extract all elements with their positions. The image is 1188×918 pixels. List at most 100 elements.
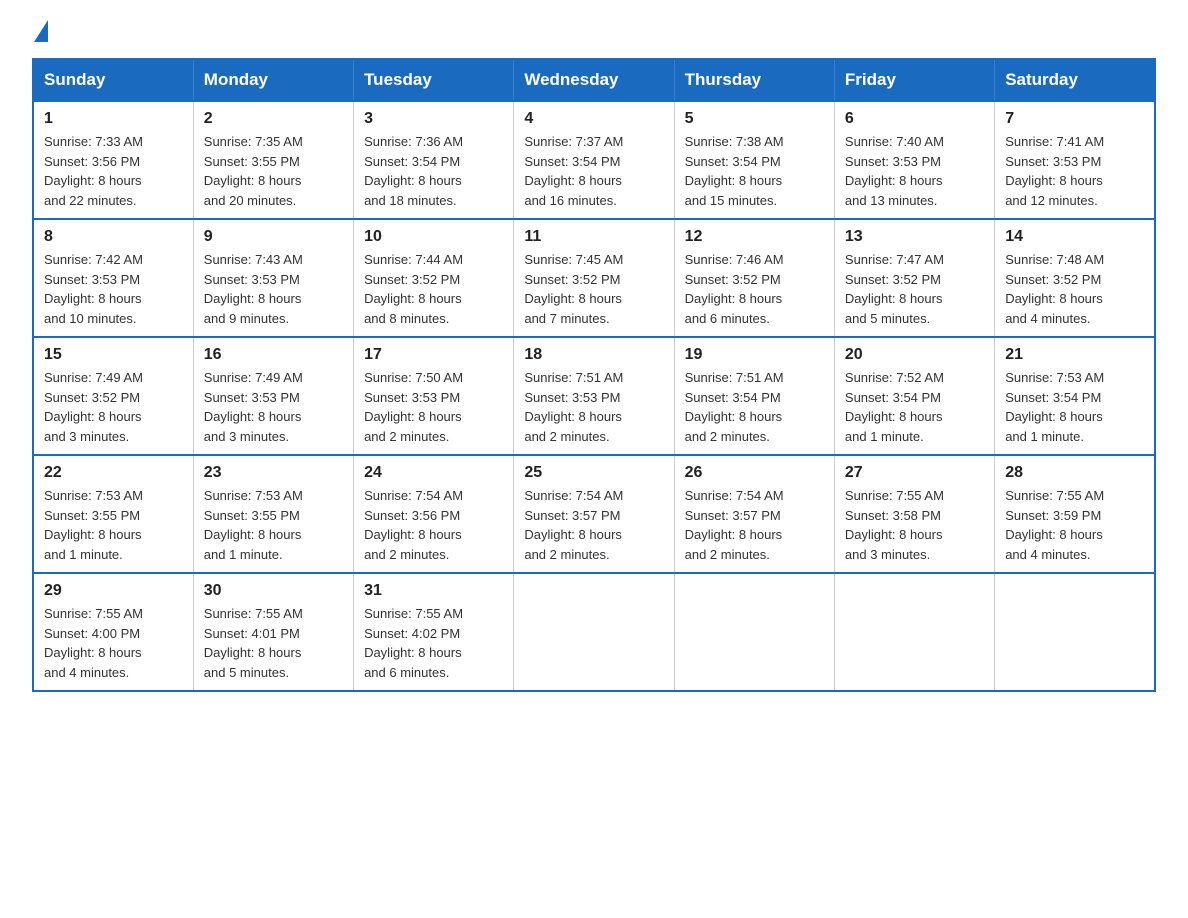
day-number: 5 xyxy=(685,110,824,128)
day-number: 2 xyxy=(204,110,343,128)
day-info: Sunrise: 7:52 AMSunset: 3:54 PMDaylight:… xyxy=(845,370,944,444)
calendar-header-row: SundayMondayTuesdayWednesdayThursdayFrid… xyxy=(33,59,1155,101)
day-info: Sunrise: 7:53 AMSunset: 3:55 PMDaylight:… xyxy=(204,488,303,562)
logo xyxy=(32,24,48,40)
weekday-header-sunday: Sunday xyxy=(33,59,193,101)
day-info: Sunrise: 7:42 AMSunset: 3:53 PMDaylight:… xyxy=(44,252,143,326)
day-number: 22 xyxy=(44,464,183,482)
calendar-week-row: 22 Sunrise: 7:53 AMSunset: 3:55 PMDaylig… xyxy=(33,455,1155,573)
day-info: Sunrise: 7:51 AMSunset: 3:54 PMDaylight:… xyxy=(685,370,784,444)
day-number: 24 xyxy=(364,464,503,482)
calendar-cell: 12 Sunrise: 7:46 AMSunset: 3:52 PMDaylig… xyxy=(674,219,834,337)
calendar-cell: 9 Sunrise: 7:43 AMSunset: 3:53 PMDayligh… xyxy=(193,219,353,337)
day-info: Sunrise: 7:49 AMSunset: 3:53 PMDaylight:… xyxy=(204,370,303,444)
day-info: Sunrise: 7:47 AMSunset: 3:52 PMDaylight:… xyxy=(845,252,944,326)
calendar-cell: 1 Sunrise: 7:33 AMSunset: 3:56 PMDayligh… xyxy=(33,101,193,219)
calendar-cell: 20 Sunrise: 7:52 AMSunset: 3:54 PMDaylig… xyxy=(834,337,994,455)
calendar-cell xyxy=(995,573,1155,691)
day-info: Sunrise: 7:54 AMSunset: 3:57 PMDaylight:… xyxy=(685,488,784,562)
calendar-cell: 21 Sunrise: 7:53 AMSunset: 3:54 PMDaylig… xyxy=(995,337,1155,455)
calendar-cell: 11 Sunrise: 7:45 AMSunset: 3:52 PMDaylig… xyxy=(514,219,674,337)
day-number: 27 xyxy=(845,464,984,482)
calendar-cell: 19 Sunrise: 7:51 AMSunset: 3:54 PMDaylig… xyxy=(674,337,834,455)
calendar-cell: 3 Sunrise: 7:36 AMSunset: 3:54 PMDayligh… xyxy=(354,101,514,219)
day-number: 8 xyxy=(44,228,183,246)
day-number: 15 xyxy=(44,346,183,364)
day-number: 14 xyxy=(1005,228,1144,246)
calendar-cell xyxy=(514,573,674,691)
day-number: 26 xyxy=(685,464,824,482)
calendar-cell: 10 Sunrise: 7:44 AMSunset: 3:52 PMDaylig… xyxy=(354,219,514,337)
day-number: 1 xyxy=(44,110,183,128)
day-number: 13 xyxy=(845,228,984,246)
page-header xyxy=(32,24,1156,40)
weekday-header-saturday: Saturday xyxy=(995,59,1155,101)
day-number: 30 xyxy=(204,582,343,600)
weekday-header-friday: Friday xyxy=(834,59,994,101)
day-info: Sunrise: 7:36 AMSunset: 3:54 PMDaylight:… xyxy=(364,134,463,208)
calendar-cell: 5 Sunrise: 7:38 AMSunset: 3:54 PMDayligh… xyxy=(674,101,834,219)
day-info: Sunrise: 7:33 AMSunset: 3:56 PMDaylight:… xyxy=(44,134,143,208)
calendar-cell: 13 Sunrise: 7:47 AMSunset: 3:52 PMDaylig… xyxy=(834,219,994,337)
calendar-cell: 27 Sunrise: 7:55 AMSunset: 3:58 PMDaylig… xyxy=(834,455,994,573)
calendar-cell xyxy=(834,573,994,691)
day-number: 9 xyxy=(204,228,343,246)
day-info: Sunrise: 7:53 AMSunset: 3:55 PMDaylight:… xyxy=(44,488,143,562)
calendar-cell: 29 Sunrise: 7:55 AMSunset: 4:00 PMDaylig… xyxy=(33,573,193,691)
day-info: Sunrise: 7:44 AMSunset: 3:52 PMDaylight:… xyxy=(364,252,463,326)
day-info: Sunrise: 7:55 AMSunset: 4:02 PMDaylight:… xyxy=(364,606,463,680)
day-info: Sunrise: 7:50 AMSunset: 3:53 PMDaylight:… xyxy=(364,370,463,444)
day-info: Sunrise: 7:41 AMSunset: 3:53 PMDaylight:… xyxy=(1005,134,1104,208)
weekday-header-tuesday: Tuesday xyxy=(354,59,514,101)
day-number: 10 xyxy=(364,228,503,246)
calendar-week-row: 29 Sunrise: 7:55 AMSunset: 4:00 PMDaylig… xyxy=(33,573,1155,691)
day-number: 28 xyxy=(1005,464,1144,482)
day-number: 4 xyxy=(524,110,663,128)
calendar-table: SundayMondayTuesdayWednesdayThursdayFrid… xyxy=(32,58,1156,692)
day-info: Sunrise: 7:37 AMSunset: 3:54 PMDaylight:… xyxy=(524,134,623,208)
calendar-cell: 25 Sunrise: 7:54 AMSunset: 3:57 PMDaylig… xyxy=(514,455,674,573)
day-number: 7 xyxy=(1005,110,1144,128)
day-number: 29 xyxy=(44,582,183,600)
day-number: 21 xyxy=(1005,346,1144,364)
day-info: Sunrise: 7:49 AMSunset: 3:52 PMDaylight:… xyxy=(44,370,143,444)
day-info: Sunrise: 7:55 AMSunset: 4:01 PMDaylight:… xyxy=(204,606,303,680)
weekday-header-monday: Monday xyxy=(193,59,353,101)
calendar-cell: 6 Sunrise: 7:40 AMSunset: 3:53 PMDayligh… xyxy=(834,101,994,219)
calendar-cell: 8 Sunrise: 7:42 AMSunset: 3:53 PMDayligh… xyxy=(33,219,193,337)
day-info: Sunrise: 7:35 AMSunset: 3:55 PMDaylight:… xyxy=(204,134,303,208)
day-number: 3 xyxy=(364,110,503,128)
calendar-cell: 2 Sunrise: 7:35 AMSunset: 3:55 PMDayligh… xyxy=(193,101,353,219)
day-info: Sunrise: 7:46 AMSunset: 3:52 PMDaylight:… xyxy=(685,252,784,326)
weekday-header-thursday: Thursday xyxy=(674,59,834,101)
calendar-cell: 24 Sunrise: 7:54 AMSunset: 3:56 PMDaylig… xyxy=(354,455,514,573)
logo-triangle-icon xyxy=(34,20,48,42)
day-number: 23 xyxy=(204,464,343,482)
calendar-cell: 14 Sunrise: 7:48 AMSunset: 3:52 PMDaylig… xyxy=(995,219,1155,337)
calendar-cell: 22 Sunrise: 7:53 AMSunset: 3:55 PMDaylig… xyxy=(33,455,193,573)
calendar-cell: 4 Sunrise: 7:37 AMSunset: 3:54 PMDayligh… xyxy=(514,101,674,219)
calendar-week-row: 1 Sunrise: 7:33 AMSunset: 3:56 PMDayligh… xyxy=(33,101,1155,219)
day-number: 19 xyxy=(685,346,824,364)
weekday-header-wednesday: Wednesday xyxy=(514,59,674,101)
calendar-cell: 31 Sunrise: 7:55 AMSunset: 4:02 PMDaylig… xyxy=(354,573,514,691)
day-info: Sunrise: 7:55 AMSunset: 3:58 PMDaylight:… xyxy=(845,488,944,562)
day-number: 16 xyxy=(204,346,343,364)
calendar-week-row: 15 Sunrise: 7:49 AMSunset: 3:52 PMDaylig… xyxy=(33,337,1155,455)
day-info: Sunrise: 7:54 AMSunset: 3:57 PMDaylight:… xyxy=(524,488,623,562)
day-number: 31 xyxy=(364,582,503,600)
calendar-cell xyxy=(674,573,834,691)
calendar-cell: 7 Sunrise: 7:41 AMSunset: 3:53 PMDayligh… xyxy=(995,101,1155,219)
calendar-cell: 17 Sunrise: 7:50 AMSunset: 3:53 PMDaylig… xyxy=(354,337,514,455)
calendar-cell: 23 Sunrise: 7:53 AMSunset: 3:55 PMDaylig… xyxy=(193,455,353,573)
calendar-cell: 15 Sunrise: 7:49 AMSunset: 3:52 PMDaylig… xyxy=(33,337,193,455)
day-info: Sunrise: 7:55 AMSunset: 4:00 PMDaylight:… xyxy=(44,606,143,680)
day-info: Sunrise: 7:43 AMSunset: 3:53 PMDaylight:… xyxy=(204,252,303,326)
day-info: Sunrise: 7:53 AMSunset: 3:54 PMDaylight:… xyxy=(1005,370,1104,444)
calendar-cell: 16 Sunrise: 7:49 AMSunset: 3:53 PMDaylig… xyxy=(193,337,353,455)
day-number: 17 xyxy=(364,346,503,364)
calendar-cell: 28 Sunrise: 7:55 AMSunset: 3:59 PMDaylig… xyxy=(995,455,1155,573)
day-info: Sunrise: 7:51 AMSunset: 3:53 PMDaylight:… xyxy=(524,370,623,444)
calendar-cell: 26 Sunrise: 7:54 AMSunset: 3:57 PMDaylig… xyxy=(674,455,834,573)
day-info: Sunrise: 7:55 AMSunset: 3:59 PMDaylight:… xyxy=(1005,488,1104,562)
